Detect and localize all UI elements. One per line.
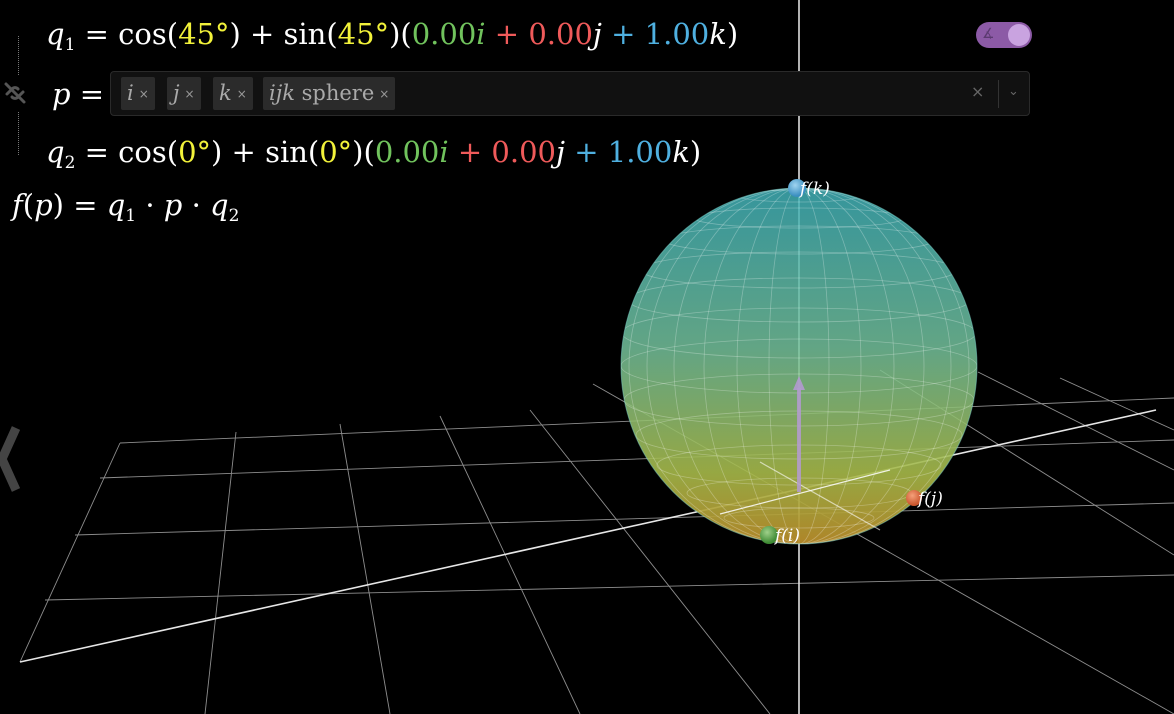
f-equation: f(p) = q1 · p · q2 xyxy=(12,191,239,225)
chip-i-remove-icon[interactable]: × xyxy=(139,87,149,101)
q1-i: i xyxy=(476,17,486,51)
q2-angle-sin[interactable]: 0° xyxy=(319,135,352,169)
chip-j: j × xyxy=(167,77,201,110)
q2-i: i xyxy=(439,135,449,169)
floor-grid xyxy=(19,369,1174,714)
f-p: p xyxy=(163,188,183,222)
label-f-j: f(j) xyxy=(918,489,943,509)
f-q1: q xyxy=(106,188,126,222)
q1-i-coef[interactable]: 0.00 xyxy=(412,17,477,51)
f-close: ) xyxy=(52,188,64,222)
p-label: p = xyxy=(52,80,104,109)
chip-j-remove-icon[interactable]: × xyxy=(185,87,195,101)
chevron-down-icon[interactable]: ⌄ xyxy=(1008,84,1019,99)
q1-symbol: q xyxy=(46,17,65,51)
clear-all-icon[interactable]: × xyxy=(971,82,984,101)
q1-sin: ) + sin( xyxy=(229,17,338,51)
unlink-icon[interactable] xyxy=(2,80,28,106)
chip-k-remove-icon[interactable]: × xyxy=(237,87,247,101)
q1-cos: cos( xyxy=(118,17,179,51)
q2-plus-1: + xyxy=(448,135,492,169)
f-symbol: f xyxy=(12,188,23,222)
q2-equals: = xyxy=(84,135,109,169)
q1-subscript: 1 xyxy=(64,35,76,55)
chip-k-label: k xyxy=(219,81,232,105)
collapse-chevron-icon[interactable] xyxy=(0,424,22,494)
label-f-i: f(i) xyxy=(775,526,800,546)
chip-i: i × xyxy=(121,77,155,110)
chip-i-label: i xyxy=(127,81,134,105)
chip-k: k × xyxy=(213,77,253,110)
f-dot-2: · xyxy=(191,188,201,222)
p-symbol: p xyxy=(52,77,71,111)
link-bracket-top xyxy=(18,36,19,75)
q2-sin: ) + sin( xyxy=(211,135,320,169)
f-equals: = xyxy=(73,188,98,222)
q1-plus-1: + xyxy=(485,17,529,51)
angle-icon: ∡ xyxy=(982,26,995,42)
chip-sphere-label: sphere xyxy=(294,81,375,105)
q1-k-coef[interactable]: 1.00 xyxy=(645,17,710,51)
q2-j-coef[interactable]: 0.00 xyxy=(491,135,556,169)
select-divider xyxy=(998,80,999,108)
q2-j: j xyxy=(556,135,565,169)
f-arg: p xyxy=(34,188,53,222)
chip-j-label: j xyxy=(173,81,180,105)
q1-open: )( xyxy=(389,17,412,51)
q2-symbol: q xyxy=(46,135,65,169)
quaternion-visualizer: f(k) f(j) f(i) q1 = cos(45°) + sin(45°)(… xyxy=(0,0,1174,714)
q2-k: k xyxy=(672,135,690,169)
q1-equals: = xyxy=(84,17,109,51)
angle-toggle[interactable]: ∡ xyxy=(976,22,1032,48)
label-f-k: f(k) xyxy=(800,179,830,199)
f-open: ( xyxy=(22,188,35,222)
link-bracket-bottom xyxy=(18,112,19,155)
q2-plus-2: + xyxy=(565,135,608,169)
x-axis-line xyxy=(19,409,1157,663)
q1-j-coef[interactable]: 0.00 xyxy=(528,17,593,51)
p-equals: = xyxy=(79,77,105,111)
q2-subscript: 2 xyxy=(64,153,76,173)
f-q2: q xyxy=(210,188,229,222)
q2-cos: cos( xyxy=(118,135,179,169)
q2-k-coef[interactable]: 1.00 xyxy=(608,135,673,169)
f-q2-sub: 2 xyxy=(228,206,240,226)
chip-ijk-sphere: ijk sphere × xyxy=(263,77,396,110)
q1-angle-cos[interactable]: 45° xyxy=(178,17,229,51)
f-q1-sub: 1 xyxy=(125,206,137,226)
q1-close: ) xyxy=(726,17,739,51)
f-dot-1: · xyxy=(145,188,155,222)
toggle-knob xyxy=(1008,24,1030,46)
q1-k: k xyxy=(709,17,727,51)
q1-angle-sin[interactable]: 45° xyxy=(338,17,389,51)
q2-close: ) xyxy=(689,135,702,169)
q2-equation: q2 = cos(0°) + sin(0°)(0.00i + 0.00j + 1… xyxy=(46,138,701,172)
p-multiselect[interactable]: i × j × k × ijk sphere × × ⌄ xyxy=(110,71,1030,116)
chip-sphere-remove-icon[interactable]: × xyxy=(379,87,389,101)
q2-open: )( xyxy=(352,135,375,169)
q1-plus-2: + xyxy=(601,17,645,51)
q1-j: j xyxy=(592,17,602,51)
q2-i-coef[interactable]: 0.00 xyxy=(375,135,440,169)
q2-angle-cos[interactable]: 0° xyxy=(178,135,211,169)
chip-sphere-var: ijk xyxy=(269,81,295,105)
q1-equation: q1 = cos(45°) + sin(45°)(0.00i + 0.00j +… xyxy=(46,20,738,54)
